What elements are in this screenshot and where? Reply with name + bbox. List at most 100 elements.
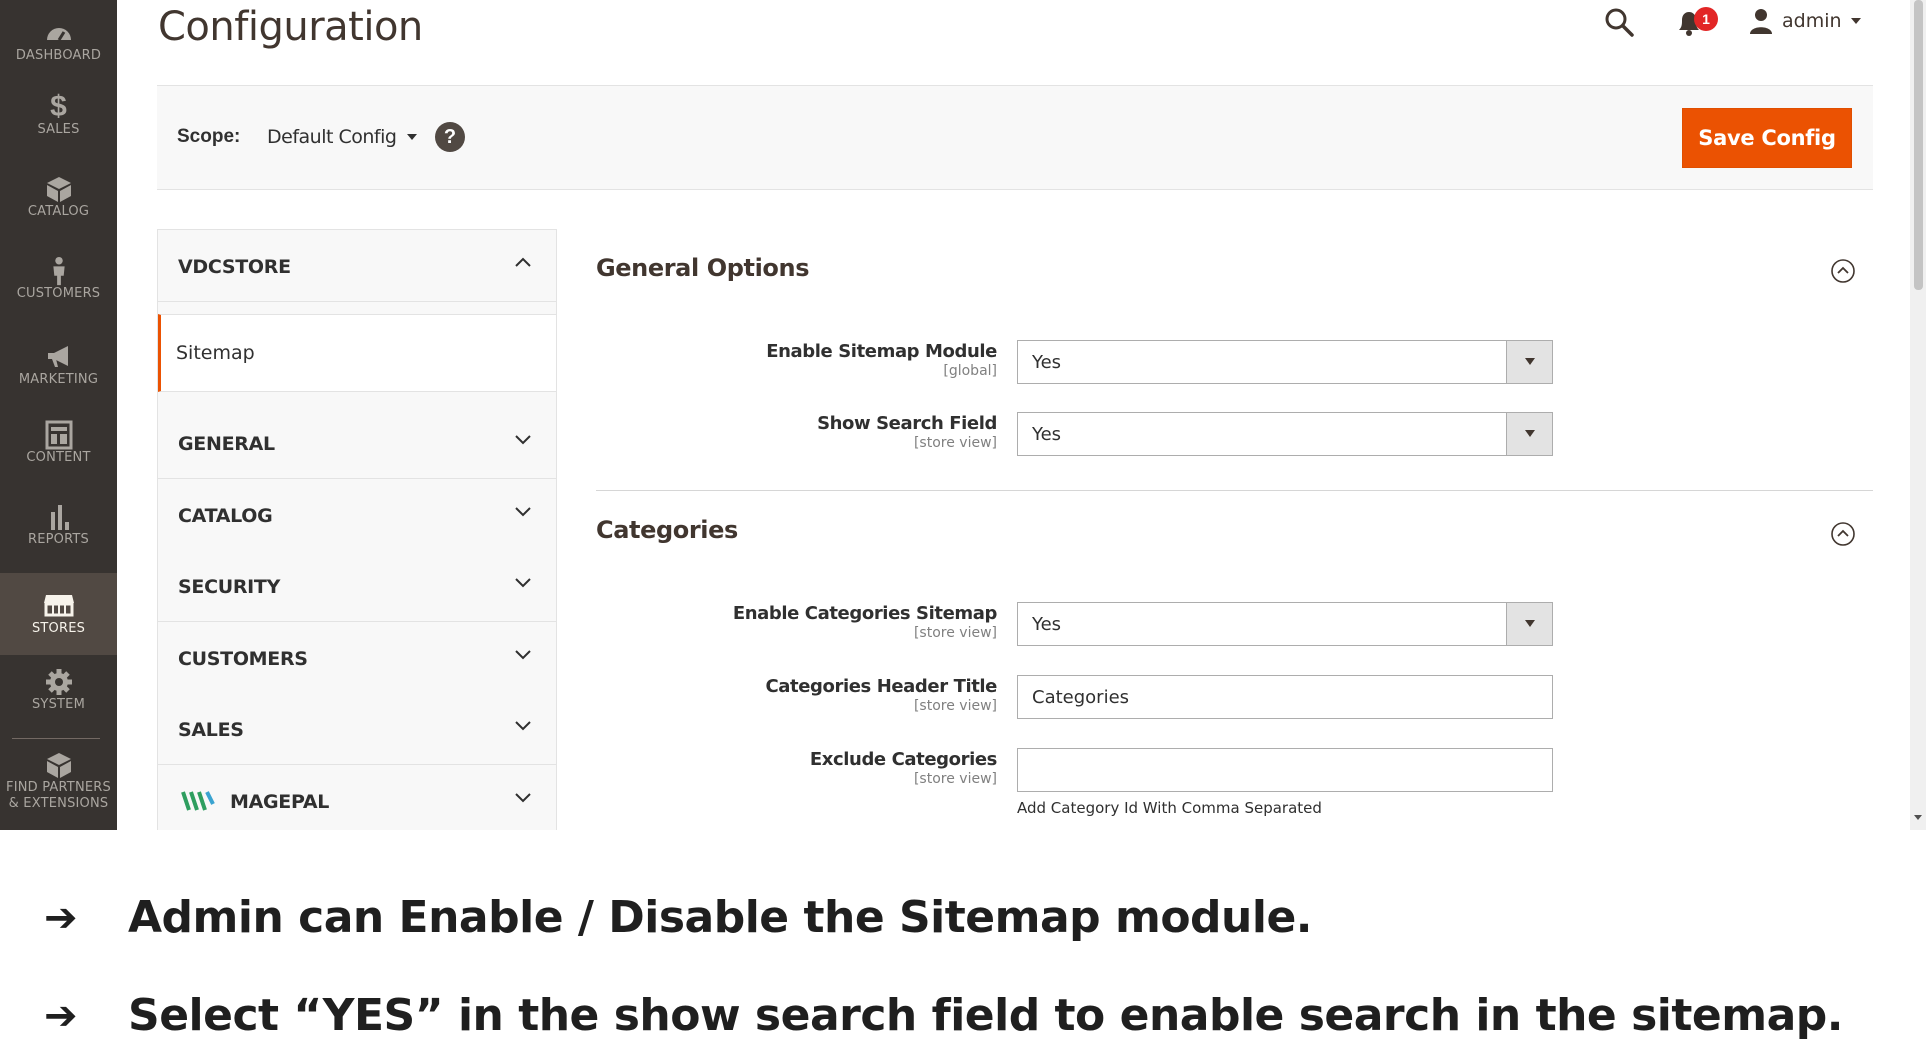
megaphone-icon bbox=[47, 346, 68, 367]
tab-group-label: SECURITY bbox=[178, 576, 281, 598]
caret-down-icon bbox=[1850, 18, 1861, 24]
field-note: Add Category Id With Comma Separated bbox=[1017, 799, 1322, 817]
section-divider bbox=[596, 490, 1873, 491]
layout-icon bbox=[45, 420, 72, 450]
chevron-down-icon bbox=[515, 435, 531, 445]
menu-item-dashboard[interactable]: DASHBOARD bbox=[0, 0, 117, 72]
menu-item-content[interactable]: CONTENT bbox=[0, 420, 117, 502]
menu-item-sales[interactable]: $ SALES bbox=[0, 92, 117, 174]
scrollbar-thumb[interactable] bbox=[1914, 0, 1923, 290]
select-value: Yes bbox=[1032, 352, 1062, 373]
slide-notes: ➔ Admin can Enable / Disable the Sitemap… bbox=[0, 830, 1926, 1041]
right-arrow-icon: ➔ bbox=[44, 992, 78, 1039]
menu-item-reports[interactable]: REPORTS bbox=[0, 502, 117, 584]
chevron-down-icon bbox=[515, 578, 531, 588]
save-config-button[interactable]: Save Config bbox=[1682, 108, 1852, 168]
box-icon bbox=[46, 177, 71, 202]
menu-item-marketing[interactable]: MARKETING bbox=[0, 338, 117, 420]
store-icon bbox=[43, 595, 74, 617]
menu-label-line2: & EXTENSIONS bbox=[8, 796, 109, 811]
search-icon[interactable] bbox=[1603, 6, 1635, 38]
note-item: ➔ Select “YES” in the show search field … bbox=[44, 990, 1844, 1041]
bar-chart-icon bbox=[50, 505, 69, 530]
right-arrow-icon: ➔ bbox=[44, 894, 78, 941]
menu-label-line1: FIND PARTNERS bbox=[6, 780, 111, 795]
note-text: Select “YES” in the show search field to… bbox=[128, 990, 1844, 1041]
collapse-icon[interactable] bbox=[1830, 258, 1856, 284]
note-text: Admin can Enable / Disable the Sitemap m… bbox=[128, 892, 1313, 943]
field-scope: [store view] bbox=[913, 625, 997, 641]
admin-user-menu[interactable]: admin bbox=[1748, 6, 1862, 36]
show-search-field-select[interactable]: Yes bbox=[1017, 412, 1553, 456]
dropdown-arrow-icon bbox=[1506, 341, 1552, 383]
scope-switcher[interactable]: Default Config bbox=[267, 126, 418, 148]
tab-label: Sitemap bbox=[176, 342, 255, 364]
tab-group-customers[interactable]: CUSTOMERS bbox=[158, 622, 556, 694]
tab-group-label: CATALOG bbox=[178, 505, 273, 527]
gear-icon bbox=[45, 669, 72, 695]
admin-screen: DASHBOARD $ SALES CATALOG CUSTOMERS MARK… bbox=[0, 0, 1926, 830]
chevron-down-icon bbox=[515, 721, 531, 731]
menu-label: MARKETING bbox=[18, 372, 99, 387]
help-icon[interactable]: ? bbox=[435, 122, 465, 152]
field-scope: [store view] bbox=[913, 698, 997, 714]
menu-label: CATALOG bbox=[27, 204, 90, 219]
enable-sitemap-module-select[interactable]: Yes bbox=[1017, 340, 1553, 384]
menu-label: REPORTS bbox=[28, 532, 89, 547]
tab-group-sales[interactable]: SALES bbox=[158, 693, 556, 765]
menu-item-system[interactable]: SYSTEM bbox=[0, 667, 117, 749]
exclude-categories-input[interactable] bbox=[1017, 748, 1553, 792]
menu-label: CUSTOMERS bbox=[16, 286, 101, 301]
note-item: ➔ Admin can Enable / Disable the Sitemap… bbox=[44, 892, 1313, 943]
menu-item-customers[interactable]: CUSTOMERS bbox=[0, 256, 117, 338]
section-title-categories[interactable]: Categories bbox=[596, 516, 738, 544]
tab-group-catalog[interactable]: CATALOG bbox=[158, 479, 556, 551]
field-label: Enable Categories Sitemap bbox=[732, 603, 998, 624]
menu-divider bbox=[12, 738, 100, 739]
select-value: Yes bbox=[1032, 614, 1062, 635]
section-title-general-options[interactable]: General Options bbox=[596, 254, 810, 282]
config-tabs: VDCSTORE Sitemap GENERAL CATALOG SECURIT… bbox=[157, 229, 557, 830]
enable-categories-sitemap-select[interactable]: Yes bbox=[1017, 602, 1553, 646]
menu-label: CONTENT bbox=[26, 450, 91, 465]
field-scope: [global] bbox=[943, 363, 997, 379]
tab-group-magepal[interactable]: MAGEPAL bbox=[158, 765, 556, 830]
notification-badge[interactable]: 1 bbox=[1694, 7, 1718, 31]
caret-down-icon bbox=[407, 134, 418, 140]
menu-item-stores[interactable]: STORES bbox=[0, 573, 117, 655]
person-icon bbox=[52, 256, 65, 286]
tab-group-label: CUSTOMERS bbox=[178, 648, 308, 670]
dollar-icon: $ bbox=[50, 90, 67, 123]
scroll-down-arrow-icon[interactable] bbox=[1914, 815, 1922, 820]
chevron-up-icon bbox=[515, 257, 531, 267]
field-label: Enable Sitemap Module bbox=[766, 341, 997, 362]
field-label: Categories Header Title bbox=[765, 676, 997, 697]
tab-group-security[interactable]: SECURITY bbox=[158, 550, 556, 622]
scrollbar[interactable] bbox=[1910, 0, 1926, 830]
field-scope: [store view] bbox=[913, 435, 997, 451]
menu-item-catalog[interactable]: CATALOG bbox=[0, 174, 117, 256]
chevron-down-icon bbox=[515, 650, 531, 660]
collapse-icon[interactable] bbox=[1830, 521, 1856, 547]
dropdown-arrow-icon bbox=[1506, 603, 1552, 645]
field-label: Show Search Field bbox=[817, 413, 997, 434]
menu-item-find-partners[interactable]: FIND PARTNERS & EXTENSIONS bbox=[0, 748, 117, 830]
scope-value: Default Config bbox=[267, 126, 397, 148]
tab-group-label: MAGEPAL bbox=[230, 791, 330, 813]
tab-group-vdcstore[interactable]: VDCSTORE bbox=[158, 230, 556, 302]
chevron-down-icon bbox=[515, 793, 531, 803]
menu-label: STORES bbox=[31, 621, 86, 636]
scope-bar: Scope: Default Config ? Save Config bbox=[157, 85, 1873, 190]
cube-icon bbox=[46, 753, 71, 778]
tab-sitemap[interactable]: Sitemap bbox=[158, 314, 556, 392]
chevron-down-icon bbox=[515, 507, 531, 517]
admin-user-name: admin bbox=[1782, 10, 1842, 32]
field-label: Exclude Categories bbox=[809, 749, 998, 770]
page-title: Configuration bbox=[158, 4, 423, 50]
categories-header-title-input[interactable] bbox=[1017, 675, 1553, 719]
field-scope: [store view] bbox=[913, 771, 997, 787]
menu-label: DASHBOARD bbox=[15, 48, 102, 63]
dropdown-arrow-icon bbox=[1506, 413, 1552, 455]
tab-group-general[interactable]: GENERAL bbox=[158, 407, 556, 479]
menu-label: SALES bbox=[37, 122, 80, 137]
